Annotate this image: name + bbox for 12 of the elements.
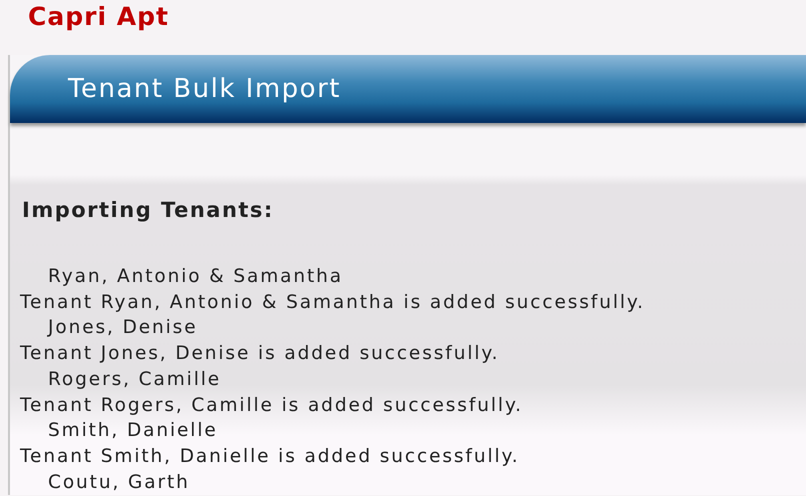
panel-title: Tenant Bulk Import: [68, 74, 341, 104]
import-message: Tenant Ryan, Antonio & Samantha is added successfully.: [20, 290, 646, 315]
tenant-name: Jones, Denise: [46, 316, 198, 340]
tenant-name: Ryan, Antonio & Samantha: [47, 265, 344, 289]
app-name: Capri Apt: [27, 1, 170, 33]
import-message: Tenant Jones, Denise is added successfully.: [20, 342, 500, 366]
import-message: Tenant Rogers, Camille is added successfully.: [20, 394, 524, 418]
tenant-name: Rogers, Camille: [47, 368, 222, 392]
tenant-name: Smith, Danielle: [47, 419, 219, 444]
import-message: Tenant Smith, Danielle is added successfully.: [20, 444, 521, 469]
section-heading: Importing Tenants:: [21, 198, 275, 224]
tenant-name: Coutu, Garth: [47, 470, 191, 495]
